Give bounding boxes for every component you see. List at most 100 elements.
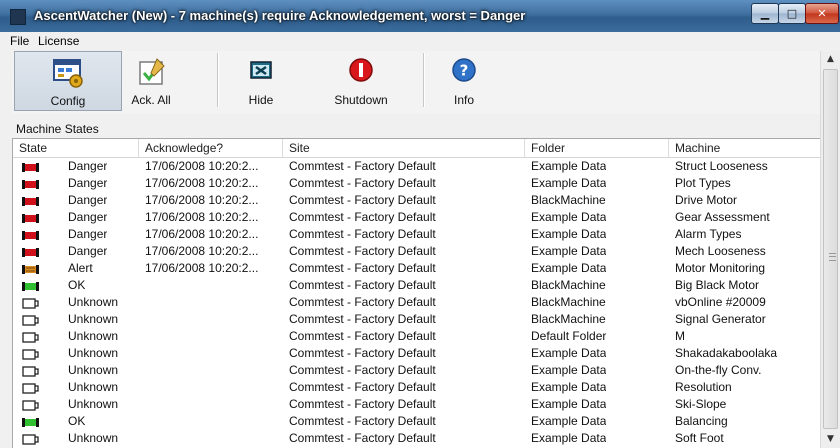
table-row[interactable]: Danger 17/06/2008 10:20:2... Commtest - Fa… (13, 226, 820, 243)
cell-ack: 17/06/2008 10:20:2... (145, 176, 259, 190)
danger-state-icon (22, 179, 39, 189)
cell-ack: 17/06/2008 10:20:2... (145, 261, 259, 275)
cell-folder: Example Data (531, 210, 607, 224)
toolbar: Config Ack. All Hide Shutdown ? Info (12, 51, 820, 114)
cell-site: Commtest - Factory Default (289, 380, 436, 394)
minimize-button[interactable]: ▁ (751, 3, 779, 24)
cell-machine: Resolution (675, 380, 732, 394)
table-row[interactable]: Unknown Commtest - Factory Default Default… (13, 328, 820, 345)
unknown-state-icon (22, 349, 39, 360)
title-bar[interactable]: AscentWatcher (New) - 7 machine(s) requi… (0, 0, 840, 33)
table-row[interactable]: OK Commtest - Factory Default BlackMachine… (13, 277, 820, 294)
window-title: AscentWatcher (New) - 7 machine(s) requi… (34, 8, 526, 23)
cell-site: Commtest - Factory Default (289, 397, 436, 411)
machine-states-label: Machine States (16, 122, 99, 136)
config-icon (51, 57, 85, 92)
hide-label: Hide (248, 93, 274, 107)
config-button[interactable]: Config (14, 51, 122, 111)
cell-folder: Example Data (531, 346, 607, 360)
minimize-icon: ▁ (760, 7, 770, 20)
cell-ack: 17/06/2008 10:20:2... (145, 159, 259, 173)
vertical-scrollbar[interactable]: ▲ ▼ (820, 51, 840, 448)
cell-state: Unknown (68, 295, 119, 309)
ok-state-icon (22, 417, 39, 427)
table-row[interactable]: OK Commtest - Factory Default Example Data… (13, 413, 820, 430)
menu-bar: File License (0, 32, 840, 51)
cell-machine: Balancing (675, 414, 728, 428)
column-header-acknowledge[interactable]: Acknowledge? (139, 139, 283, 157)
table-row[interactable]: Unknown Commtest - Factory Default Example… (13, 379, 820, 396)
menu-license[interactable]: License (38, 34, 79, 48)
cell-site: Commtest - Factory Default (289, 431, 436, 445)
danger-state-icon (22, 247, 39, 257)
cell-machine: Big Black Motor (675, 278, 760, 292)
cell-ack: 17/06/2008 10:20:2... (145, 210, 259, 224)
danger-state-icon (22, 196, 39, 206)
cell-site: Commtest - Factory Default (289, 176, 436, 190)
ack-all-label: Ack. All (131, 93, 171, 107)
scroll-down-arrow-icon[interactable]: ▼ (821, 431, 840, 448)
cell-machine: Soft Foot (675, 431, 724, 445)
table-row[interactable]: Danger 17/06/2008 10:20:2... Commtest - Fa… (13, 243, 820, 260)
scroll-up-arrow-icon[interactable]: ▲ (821, 51, 840, 68)
table-header: State Acknowledge? Site Folder Machine (13, 139, 820, 158)
unknown-state-icon (22, 332, 39, 343)
config-label: Config (50, 94, 86, 108)
ok-state-icon (22, 281, 39, 291)
cell-site: Commtest - Factory Default (289, 261, 436, 275)
cell-state: Danger (68, 159, 108, 173)
cell-machine: Gear Assessment (675, 210, 770, 224)
column-header-machine[interactable]: Machine (669, 139, 820, 157)
cell-folder: Example Data (531, 363, 607, 377)
hide-button[interactable]: Hide (231, 51, 291, 111)
info-button[interactable]: ? Info (434, 51, 494, 111)
table-row[interactable]: Unknown Commtest - Factory Default Example… (13, 362, 820, 379)
cell-folder: Example Data (531, 176, 607, 190)
scroll-thumb[interactable] (823, 69, 838, 429)
table-row[interactable]: Unknown Commtest - Factory Default Example… (13, 345, 820, 362)
cell-ack: 17/06/2008 10:20:2... (145, 244, 259, 258)
cell-folder: Example Data (531, 227, 607, 241)
cell-state: Danger (68, 210, 108, 224)
cell-state: OK (68, 278, 86, 292)
close-icon: ✕ (817, 7, 827, 20)
ack-all-button[interactable]: Ack. All (116, 51, 186, 111)
toolbar-separator (217, 53, 219, 107)
column-header-folder[interactable]: Folder (525, 139, 669, 157)
cell-site: Commtest - Factory Default (289, 159, 436, 173)
app-icon[interactable] (10, 9, 26, 25)
cell-state: Danger (68, 227, 108, 241)
table-row[interactable]: Danger 17/06/2008 10:20:2... Commtest - Fa… (13, 192, 820, 209)
hide-icon (247, 56, 275, 87)
toolbar-separator (423, 53, 425, 107)
cell-state: Danger (68, 193, 108, 207)
table-row[interactable]: Unknown Commtest - Factory Default BlackMa… (13, 294, 820, 311)
cell-ack: 17/06/2008 10:20:2... (145, 227, 259, 241)
danger-state-icon (22, 213, 39, 223)
table-row[interactable]: Alert 17/06/2008 10:20:2... Commtest - Fac… (13, 260, 820, 277)
cell-machine: vbOnline #20009 (675, 295, 766, 309)
table-row[interactable]: Unknown Commtest - Factory Default Example… (13, 430, 820, 447)
cell-site: Commtest - Factory Default (289, 363, 436, 377)
unknown-state-icon (22, 383, 39, 394)
menu-file[interactable]: File (10, 34, 29, 48)
table-row[interactable]: Danger 17/06/2008 10:20:2... Commtest - Fa… (13, 209, 820, 226)
cell-ack: 17/06/2008 10:20:2... (145, 193, 259, 207)
table-row[interactable]: Danger 17/06/2008 10:20:2... Commtest - Fa… (13, 158, 820, 175)
cell-machine: On-the-fly Conv. (675, 363, 762, 377)
cell-site: Commtest - Factory Default (289, 210, 436, 224)
close-button[interactable]: ✕ (805, 3, 839, 24)
column-header-state[interactable]: State (13, 139, 139, 157)
cell-state: Unknown (68, 397, 119, 411)
column-header-site[interactable]: Site (283, 139, 525, 157)
info-label: Info (453, 93, 474, 107)
table-row[interactable]: Danger 17/06/2008 10:20:2... Commtest - Fa… (13, 175, 820, 192)
table-row[interactable]: Unknown Commtest - Factory Default BlackMa… (13, 311, 820, 328)
grip-icon (829, 253, 836, 261)
table-row[interactable]: Unknown Commtest - Factory Default Example… (13, 396, 820, 413)
shutdown-button[interactable]: Shutdown (321, 51, 401, 111)
maximize-icon: □ (786, 7, 798, 20)
cell-folder: Example Data (531, 159, 607, 173)
maximize-button[interactable]: □ (778, 3, 806, 24)
cell-state: Unknown (68, 312, 119, 326)
